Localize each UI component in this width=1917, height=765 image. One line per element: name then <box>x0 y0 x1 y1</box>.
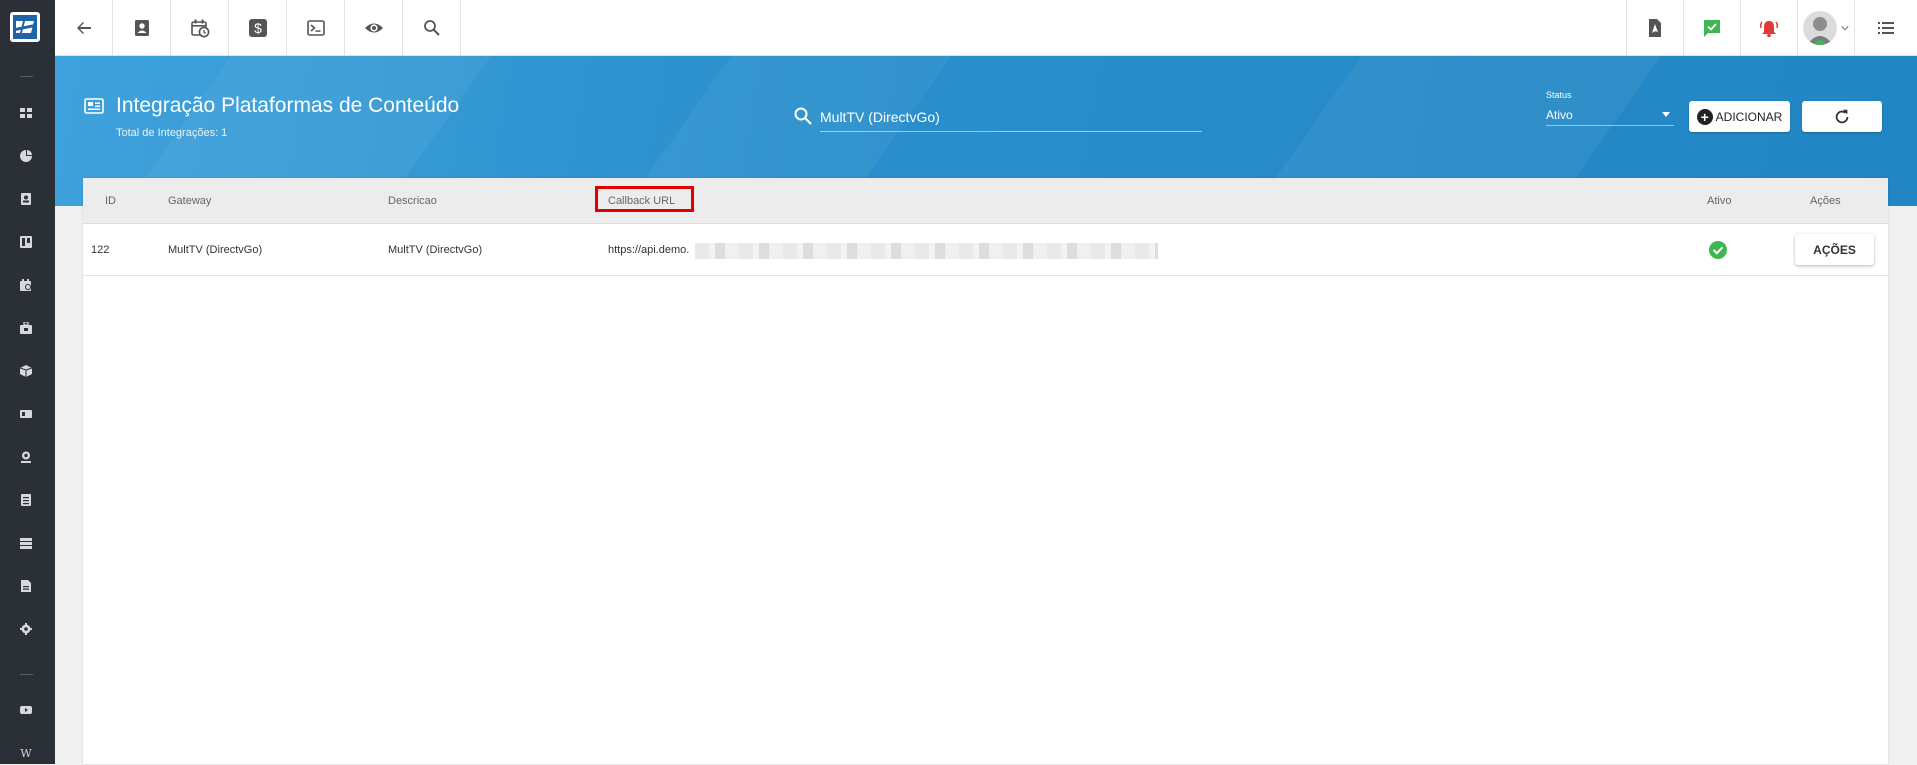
sidebar-item-server[interactable] <box>0 531 52 555</box>
actions-button[interactable]: AÇÕES <box>1795 234 1874 265</box>
page-title: Integração Plataformas de Conteúdo <box>116 94 460 117</box>
user-menu[interactable] <box>1797 0 1854 55</box>
sidebar-divider <box>20 674 33 675</box>
chart-icon <box>20 150 32 162</box>
finance-button[interactable]: $ <box>229 0 287 55</box>
briefcase-icon <box>20 322 32 334</box>
sidebar-item-wiki[interactable]: W <box>0 741 52 765</box>
sidebar-item-calendar[interactable] <box>0 273 52 297</box>
redacted-text <box>695 243 1158 259</box>
contacts-button[interactable] <box>113 0 171 55</box>
column-header-descricao[interactable]: Descricao <box>388 178 437 224</box>
chevron-down-icon <box>1662 112 1670 117</box>
view-button[interactable] <box>345 0 403 55</box>
back-icon <box>76 21 91 34</box>
status-select[interactable]: Ativo <box>1546 102 1674 126</box>
highlight-box <box>595 186 694 212</box>
table-header: ID Gateway Descricao Callback URL Ativo … <box>83 178 1888 224</box>
avatar <box>1803 10 1837 45</box>
eye-icon <box>364 23 383 32</box>
youtube-icon <box>20 706 32 714</box>
cell-callback-url: https://api.demo. <box>608 244 690 256</box>
pdf-icon <box>1649 18 1661 37</box>
sidebar-item-contacts[interactable] <box>0 187 52 211</box>
column-header-gateway[interactable]: Gateway <box>168 178 211 224</box>
message-check-icon <box>1704 19 1720 37</box>
search-button[interactable] <box>403 0 461 55</box>
location-icon <box>21 451 31 463</box>
status-value: Ativo <box>1546 108 1573 122</box>
cell-descricao: MultTV (DirectvGo) <box>388 244 483 256</box>
messages-button[interactable] <box>1683 0 1740 55</box>
add-button-label: ADICIONAR <box>1715 109 1783 124</box>
column-header-id[interactable]: ID <box>105 178 116 224</box>
app-logo[interactable] <box>10 12 40 42</box>
ticket-icon <box>20 410 32 418</box>
calendar-icon <box>20 279 31 291</box>
terminal-button[interactable] <box>287 0 345 55</box>
chevron-down-icon <box>1841 25 1849 30</box>
contact-icon <box>21 193 31 205</box>
alarm-bell-icon <box>1759 20 1779 37</box>
wiki-icon: W <box>20 746 32 760</box>
alerts-button[interactable] <box>1740 0 1797 55</box>
add-button[interactable]: + ADICIONAR <box>1689 101 1790 132</box>
svg-text:$: $ <box>254 20 262 36</box>
cell-id: 122 <box>91 244 110 256</box>
column-header-ativo[interactable]: Ativo <box>1707 178 1731 224</box>
refresh-button[interactable] <box>1802 101 1882 132</box>
list-menu-icon <box>1878 21 1894 34</box>
integration-icon <box>84 98 104 114</box>
contact-card-icon <box>134 19 149 36</box>
board-icon <box>20 236 32 248</box>
status-label: Status <box>1546 90 1572 100</box>
agenda-button[interactable] <box>171 0 229 55</box>
pdf-button[interactable] <box>1626 0 1683 55</box>
document-icon <box>21 580 31 592</box>
menu-button[interactable] <box>1854 0 1917 55</box>
search-icon <box>423 19 440 36</box>
integration-count: Total de Integrações: 1 <box>116 127 228 139</box>
gear-icon <box>20 623 32 635</box>
sidebar-item-briefcase[interactable] <box>0 316 52 340</box>
column-header-acoes: Ações <box>1810 195 1841 207</box>
sidebar-item-board[interactable] <box>0 230 52 254</box>
sidebar-item-ticket[interactable] <box>0 402 52 426</box>
dashboard-icon <box>20 108 32 118</box>
calendar-clock-icon <box>190 19 209 37</box>
sidebar-item-location[interactable] <box>0 445 52 469</box>
sidebar-divider <box>20 76 33 77</box>
cell-gateway: MultTV (DirectvGo) <box>168 244 263 256</box>
server-icon <box>20 538 32 549</box>
dollar-icon: $ <box>248 18 267 37</box>
search-bar <box>793 100 1257 132</box>
sidebar-item-settings[interactable] <box>0 617 52 641</box>
sidebar-item-document[interactable] <box>0 574 52 598</box>
search-input[interactable] <box>820 100 1202 132</box>
integrations-table: ID Gateway Descricao Callback URL Ativo … <box>83 178 1888 764</box>
refresh-icon <box>1835 109 1849 123</box>
plus-icon: + <box>1696 108 1713 125</box>
sidebar-item-youtube[interactable] <box>0 698 52 722</box>
search-icon <box>794 107 812 125</box>
sidebar-item-chart[interactable] <box>0 144 52 168</box>
list-icon <box>21 494 31 506</box>
active-status-icon <box>1709 241 1727 259</box>
box-icon <box>20 365 32 377</box>
sidebar-item-box[interactable] <box>0 359 52 383</box>
table-row[interactable]: 122 MultTV (DirectvGo) MultTV (DirectvGo… <box>83 224 1888 276</box>
back-button[interactable] <box>55 0 113 55</box>
top-toolbar: $ <box>55 0 1917 56</box>
sidebar-item-list[interactable] <box>0 488 52 512</box>
sidebar: W <box>0 0 55 764</box>
terminal-icon <box>306 19 325 36</box>
sidebar-item-dashboard[interactable] <box>0 101 52 125</box>
